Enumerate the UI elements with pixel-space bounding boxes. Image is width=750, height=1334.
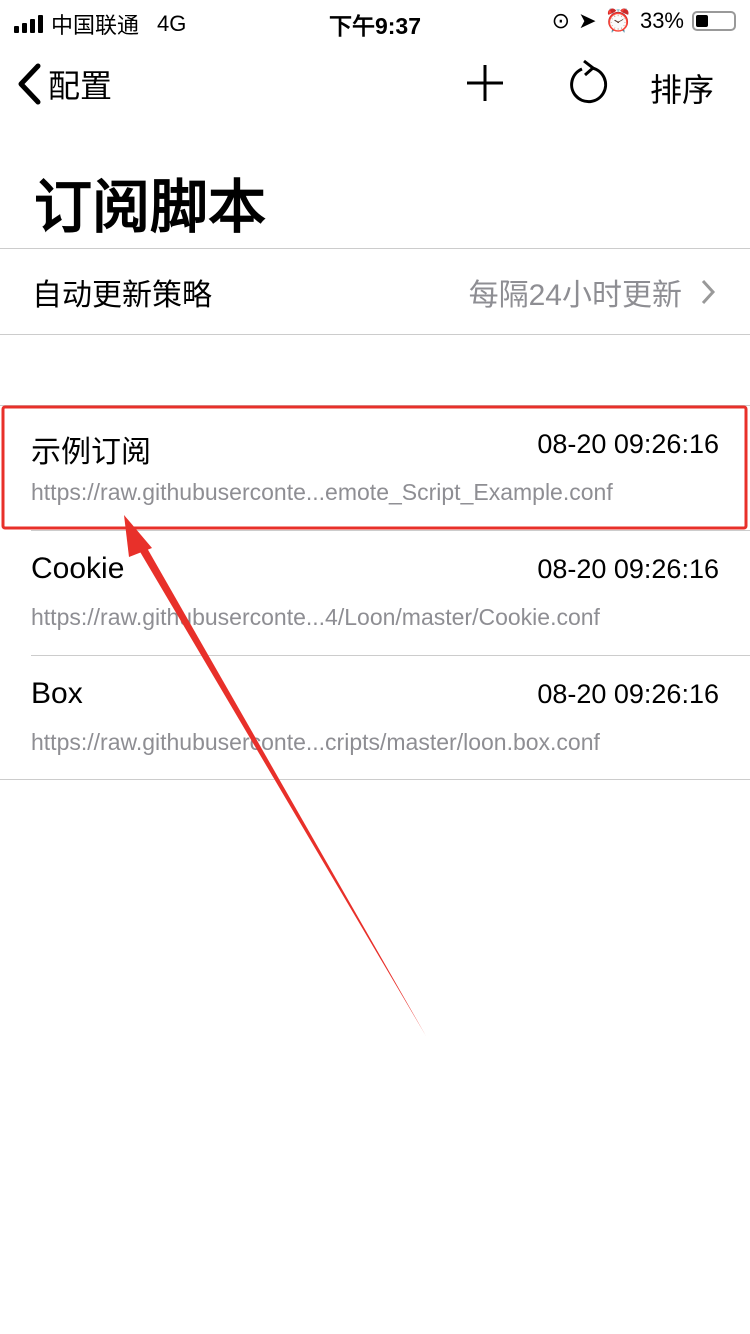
subscription-name: Cookie [31, 552, 125, 585]
subscription-url: https://raw.githubuserconte...4/Loon/mas… [31, 604, 600, 630]
back-label: 配置 [48, 68, 113, 104]
status-bar: 中国联通 4G 下午9:37 ⊙ ➤ ⏰ 33% [0, 0, 750, 40]
battery-percent: 33% [639, 8, 684, 33]
auto-update-policy-row[interactable]: 自动更新策略 每隔24小时更新 [0, 249, 750, 334]
chevron-left-icon [18, 63, 41, 105]
nav-bar: 配置 排序 [0, 55, 750, 115]
sort-button[interactable]: 排序 [650, 65, 714, 111]
page-title: 订阅脚本 [34, 175, 267, 240]
rotation-lock-icon: ⊙ [551, 8, 571, 33]
battery-icon [692, 11, 736, 31]
alarm-icon: ⏰ [604, 8, 632, 33]
refresh-button[interactable] [566, 59, 610, 107]
subscription-url: https://raw.githubuserconte...emote_Scri… [31, 479, 613, 505]
policy-label: 自动更新策略 [32, 278, 212, 312]
location-icon: ➤ [578, 8, 597, 33]
chevron-right-icon [701, 279, 716, 304]
subscription-row[interactable]: 示例订阅 08-20 09:26:16 https://raw.githubus… [0, 405, 750, 530]
back-button[interactable]: 配置 [16, 61, 112, 107]
divider [0, 779, 750, 780]
policy-value: 每隔24小时更新 [468, 278, 682, 312]
subscription-time: 08-20 09:26:16 [537, 554, 719, 584]
subscription-time: 08-20 09:26:16 [537, 679, 719, 709]
subscription-time: 08-20 09:26:16 [537, 429, 719, 459]
subscription-url: https://raw.githubuserconte...cripts/mas… [31, 729, 600, 755]
add-button[interactable] [465, 63, 505, 103]
subscription-row[interactable]: Box 08-20 09:26:16 https://raw.githubuse… [0, 655, 750, 780]
subscription-name: 示例订阅 [31, 436, 151, 469]
subscription-row[interactable]: Cookie 08-20 09:26:16 https://raw.github… [0, 530, 750, 655]
divider [0, 334, 750, 335]
subscription-name: Box [31, 677, 83, 710]
